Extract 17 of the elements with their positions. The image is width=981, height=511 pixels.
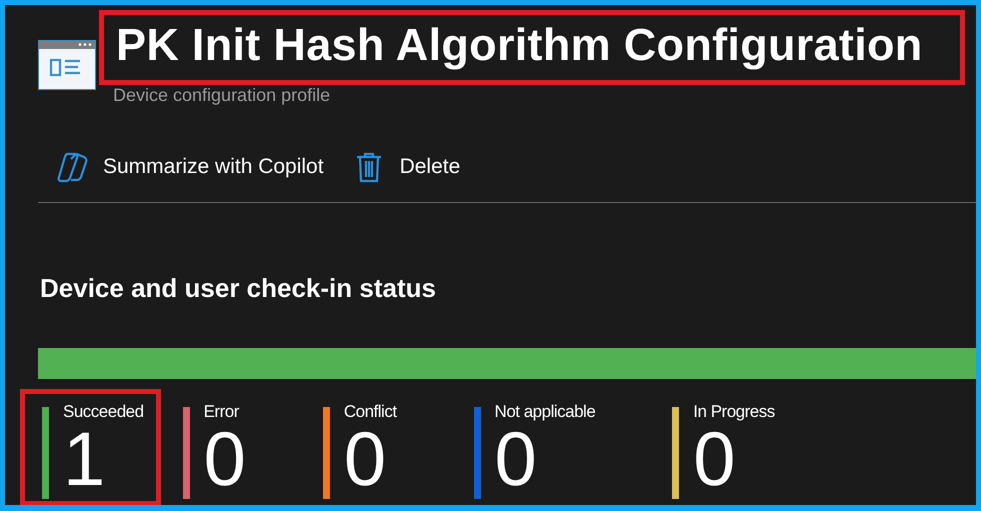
stat-label: Conflict [344,402,397,422]
window-icon [38,40,96,90]
toolbar-button[interactable]: Delete [352,150,460,184]
section-heading: Device and user check-in status [40,273,437,304]
stat-count: 0 [494,424,537,496]
stat-label: Succeeded [63,402,144,422]
copilot-icon [55,150,89,184]
stat-count: 0 [693,424,736,496]
page-subtitle: Device configuration profile [113,85,332,106]
page-title: PK Init Hash Algorithm Configuration [99,10,965,85]
stat-label: Error [204,402,240,422]
toolbar-button[interactable]: Summarize with Copilot [55,150,324,184]
stat-label: In Progress [693,402,775,422]
stat-count: 0 [204,424,246,496]
stat-count: 1 [63,424,106,496]
stat-label: Not applicable [494,402,596,422]
stat-count: 0 [344,424,386,496]
